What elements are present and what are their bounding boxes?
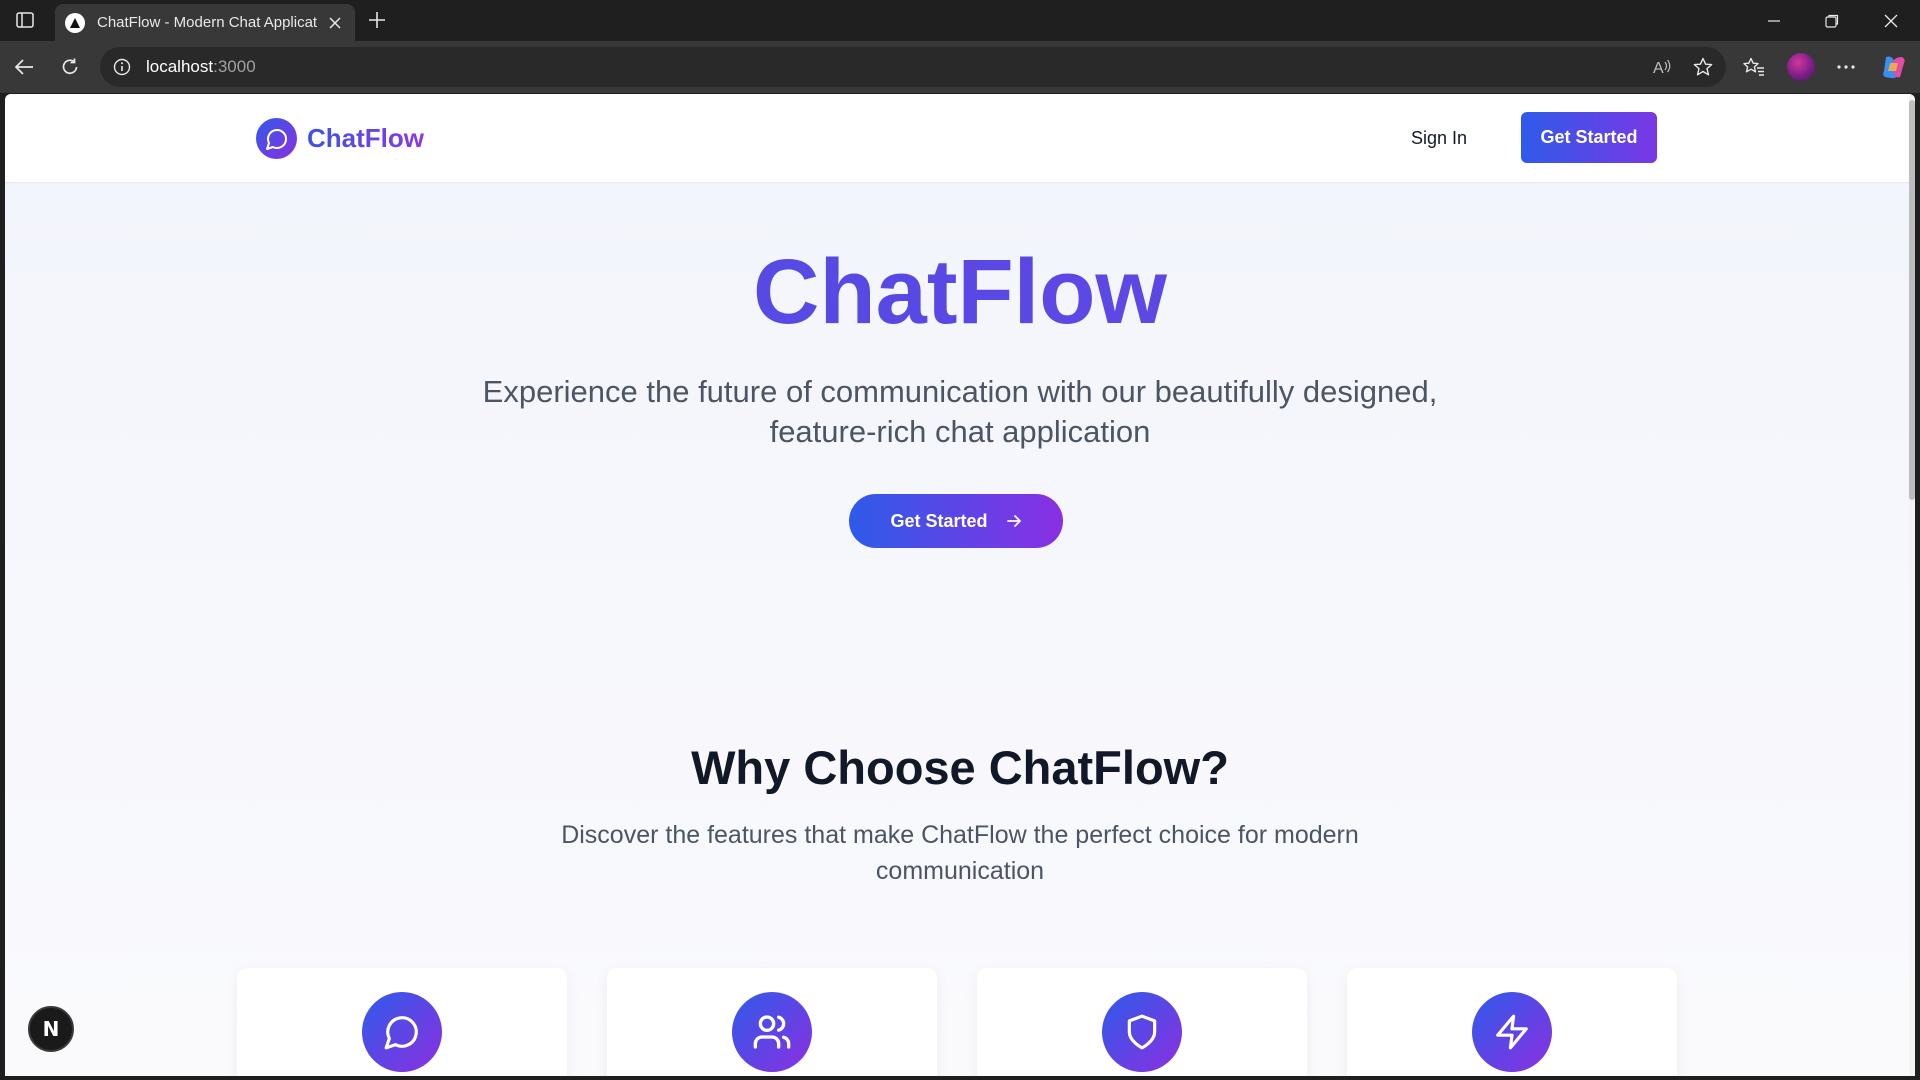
sign-in-link[interactable]: Sign In xyxy=(1411,122,1467,154)
dev-badge-label: N xyxy=(42,1017,60,1041)
back-icon[interactable] xyxy=(11,54,37,80)
message-circle-icon xyxy=(362,992,442,1072)
browser-toolbar: localhost:3000 A xyxy=(0,41,1920,93)
minimize-icon[interactable] xyxy=(1745,0,1803,41)
users-icon xyxy=(732,992,812,1072)
close-window-icon[interactable] xyxy=(1862,0,1920,41)
restore-icon[interactable] xyxy=(1803,0,1861,41)
profile-avatar[interactable] xyxy=(1787,53,1815,81)
address-bar[interactable]: localhost:3000 A xyxy=(100,47,1726,87)
chat-bubble-icon xyxy=(256,118,297,159)
url-port: :3000 xyxy=(213,57,256,76)
dev-tools-badge[interactable]: N xyxy=(28,1006,74,1052)
tab-title: ChatFlow - Modern Chat Applicat xyxy=(97,14,318,31)
brand[interactable]: ChatFlow xyxy=(256,118,424,159)
tab-actions-icon[interactable] xyxy=(12,9,38,31)
feature-card xyxy=(237,968,567,1076)
refresh-icon[interactable] xyxy=(57,54,83,80)
page-viewport: ChatFlow Sign In Get Started ChatFlow Ex… xyxy=(5,94,1915,1076)
tab-close-icon[interactable] xyxy=(325,13,345,33)
favorite-star-icon[interactable] xyxy=(1690,54,1716,80)
features-title: Why Choose ChatFlow? xyxy=(691,741,1229,794)
hero-get-started-button[interactable]: Get Started xyxy=(849,494,1063,548)
browser-titlebar: ChatFlow - Modern Chat Applicat xyxy=(0,0,1920,41)
copilot-icon[interactable] xyxy=(1880,53,1908,81)
scrollbar-thumb[interactable] xyxy=(1909,100,1915,500)
url-host: localhost xyxy=(146,57,214,76)
svg-text:A: A xyxy=(1653,60,1664,76)
more-menu-icon[interactable] xyxy=(1833,54,1859,80)
feature-card xyxy=(607,968,937,1076)
feature-card xyxy=(1347,968,1677,1076)
site-header: ChatFlow Sign In Get Started xyxy=(5,94,1915,183)
zap-icon xyxy=(1472,992,1552,1072)
header-get-started-button[interactable]: Get Started xyxy=(1521,112,1657,163)
hero-title: ChatFlow xyxy=(5,246,1915,338)
new-tab-icon[interactable] xyxy=(364,7,390,33)
arrow-right-icon xyxy=(1006,513,1022,529)
read-aloud-icon[interactable]: A xyxy=(1649,54,1675,80)
hero-cta-label: Get Started xyxy=(890,510,988,531)
features-subtitle: Discover the features that make ChatFlow… xyxy=(561,821,1359,885)
brand-name: ChatFlow xyxy=(307,123,424,153)
favorites-icon[interactable] xyxy=(1741,54,1767,80)
url-text: localhost:3000 xyxy=(146,57,256,77)
hero-subtitle: Experience the future of communication w… xyxy=(482,374,1438,449)
feature-card xyxy=(977,968,1307,1076)
browser-tab[interactable]: ChatFlow - Modern Chat Applicat xyxy=(55,4,355,41)
shield-icon xyxy=(1102,992,1182,1072)
page-scrollbar[interactable] xyxy=(1909,94,1915,1076)
tab-favicon-icon xyxy=(65,12,85,33)
site-info-icon[interactable] xyxy=(112,57,132,77)
